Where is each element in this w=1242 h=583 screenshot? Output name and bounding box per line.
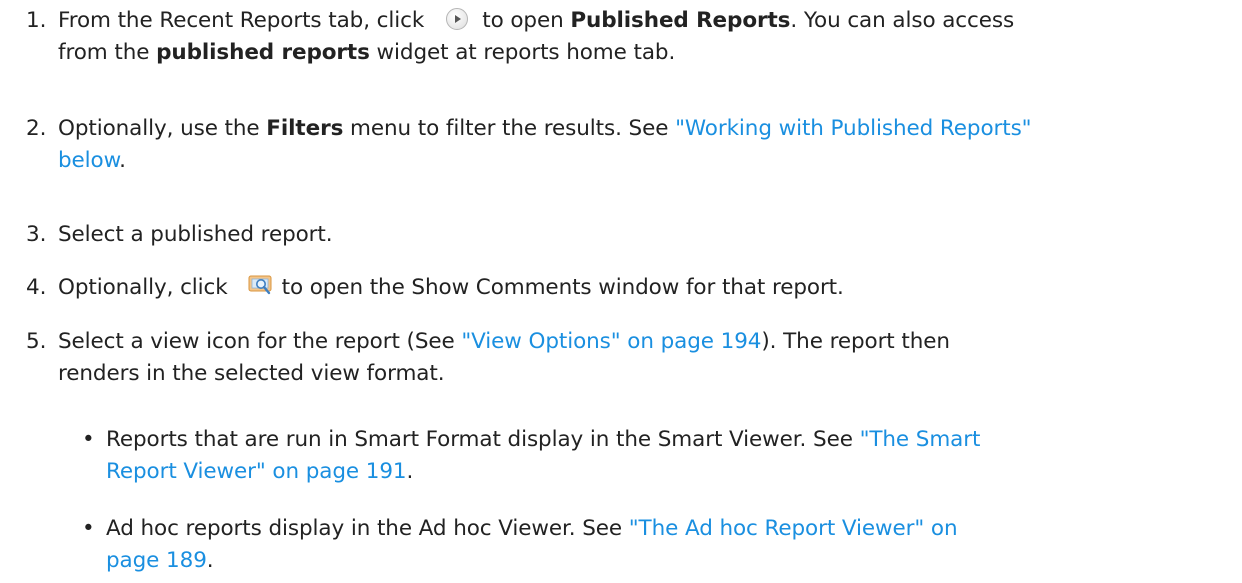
step-line: Select a published report.: [58, 222, 333, 247]
step-text: menu to filter the results. See: [350, 116, 669, 141]
xref-smart-report-viewer-page[interactable]: Report Viewer" on page 191: [106, 459, 407, 484]
step-line: From the Recent Reports tab, click to ope…: [58, 5, 1223, 37]
bullet-text: Reports that are run in Smart Format dis…: [106, 427, 853, 452]
step-text: to open: [482, 8, 564, 33]
bullet-body: Reports that are run in Smart Format dis…: [106, 424, 1216, 488]
step-line: Optionally, use the Filters menu to filt…: [58, 113, 1223, 145]
step-text: Optionally, click: [58, 275, 228, 300]
step-text: .: [119, 148, 126, 173]
bullet-body: Ad hoc reports display in the Ad hoc Vie…: [106, 513, 1216, 577]
step-number: 3.: [26, 222, 47, 247]
ui-term-published-reports-widget: published reports: [156, 40, 370, 65]
step-body: Optionally, use the Filters menu to filt…: [58, 113, 1223, 177]
step-text: ). The report then: [761, 329, 950, 354]
xref-below[interactable]: below: [58, 148, 119, 173]
step-line: Select a view icon for the report (See "…: [58, 326, 1223, 358]
step-text: . You can also access: [790, 8, 1015, 33]
bullet-text: .: [206, 548, 214, 573]
step-line: Optionally, click to open the Show Comme…: [58, 272, 1223, 304]
instruction-document: 1. From the Recent Reports tab, click to …: [0, 0, 1242, 583]
bullet-text: .: [406, 459, 414, 484]
step-text: widget at reports home tab.: [376, 40, 676, 65]
step-number: 5.: [26, 329, 47, 354]
bullet-text: Ad hoc reports display in the Ad hoc Vie…: [106, 516, 623, 541]
bullet-line: page 189.: [106, 545, 1216, 577]
xref-adhoc-report-viewer[interactable]: "The Ad hoc Report Viewer" on: [629, 516, 958, 541]
bullet-line: Reports that are run in Smart Format dis…: [106, 424, 1216, 456]
step-text: From the Recent Reports tab, click: [58, 8, 425, 33]
step-line: from the published reports widget at rep…: [58, 37, 1223, 69]
step-body: Select a view icon for the report (See "…: [58, 326, 1223, 390]
comment-magnifier-icon[interactable]: [248, 274, 274, 298]
xref-working-with-published-reports[interactable]: "Working with Published Reports": [675, 116, 1031, 141]
xref-adhoc-report-viewer-page[interactable]: page 189: [106, 548, 207, 573]
step-number: 2.: [26, 116, 47, 141]
ui-term-published-reports: Published Reports: [570, 8, 791, 33]
bullet-line: Report Viewer" on page 191.: [106, 456, 1216, 488]
bullet-marker: •: [82, 516, 95, 541]
step-body: From the Recent Reports tab, click to ope…: [58, 5, 1223, 69]
step-body: Select a published report.: [58, 219, 1223, 251]
step-line: renders in the selected view format.: [58, 361, 445, 386]
step-text: to open the Show Comments window for tha…: [281, 275, 844, 300]
step-text: from the: [58, 40, 150, 65]
step-number: 1.: [26, 8, 47, 33]
step-text: Select a view icon for the report (See: [58, 329, 455, 354]
xref-smart-report-viewer[interactable]: "The Smart: [860, 427, 981, 452]
ui-term-filters: Filters: [266, 116, 344, 141]
xref-view-options[interactable]: "View Options" on page 194: [461, 329, 761, 354]
step-body: Optionally, click to open the Show Comme…: [58, 272, 1223, 304]
step-number: 4.: [26, 275, 47, 300]
bullet-line: Ad hoc reports display in the Ad hoc Vie…: [106, 513, 1216, 545]
play-circle-icon[interactable]: [446, 8, 469, 30]
step-text: Optionally, use the: [58, 116, 260, 141]
bullet-marker: •: [82, 427, 95, 452]
step-line: below.: [58, 145, 1223, 177]
